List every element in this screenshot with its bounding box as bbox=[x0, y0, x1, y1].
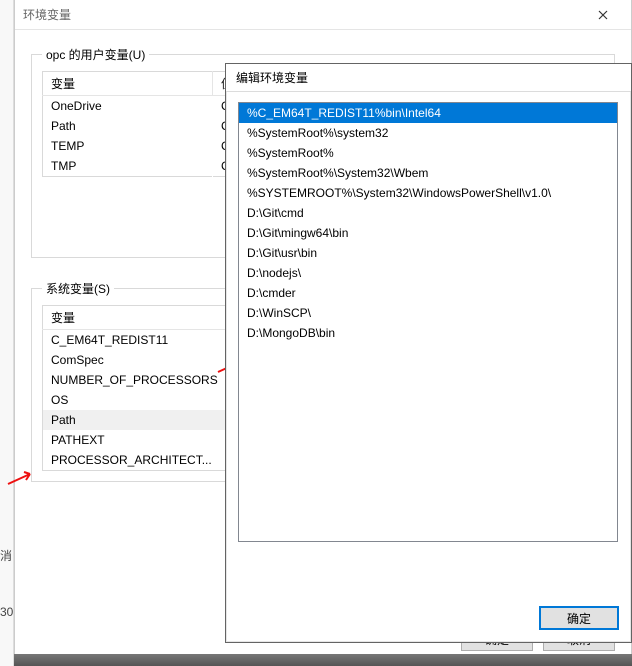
var-name-cell: PROCESSOR_ARCHITECT... bbox=[43, 450, 227, 471]
var-name-cell: TEMP bbox=[43, 136, 213, 156]
list-item[interactable]: %SystemRoot%\system32 bbox=[239, 123, 617, 143]
env-dialog-title: 环境变量 bbox=[23, 6, 71, 23]
list-item[interactable]: %SystemRoot% bbox=[239, 143, 617, 163]
user-vars-legend: opc 的用户变量(U) bbox=[42, 46, 149, 63]
env-dialog-titlebar[interactable]: 环境变量 bbox=[15, 0, 631, 30]
edit-env-dialog: 编辑环境变量 %C_EM64T_REDIST11%bin\Intel64%Sys… bbox=[225, 63, 632, 643]
list-item[interactable]: %SystemRoot%\System32\Wbem bbox=[239, 163, 617, 183]
col-header-variable[interactable]: 变量 bbox=[43, 306, 227, 330]
list-item[interactable]: D:\Git\usr\bin bbox=[239, 243, 617, 263]
list-item[interactable]: %C_EM64T_REDIST11%bin\Intel64 bbox=[239, 103, 617, 123]
var-name-cell: Path bbox=[43, 116, 213, 136]
var-name-cell: PATHEXT bbox=[43, 430, 227, 450]
path-listbox[interactable]: %C_EM64T_REDIST11%bin\Intel64%SystemRoot… bbox=[238, 102, 618, 542]
col-header-variable[interactable]: 变量 bbox=[43, 72, 213, 96]
list-item[interactable]: D:\MongoDB\bin bbox=[239, 323, 617, 343]
list-item[interactable]: D:\Git\cmd bbox=[239, 203, 617, 223]
app-left-strip: 消 30 bbox=[0, 0, 14, 666]
list-item[interactable]: D:\nodejs\ bbox=[239, 263, 617, 283]
background-strip bbox=[14, 654, 632, 666]
left-strip-text-1: 消 bbox=[0, 547, 12, 564]
list-item[interactable]: D:\cmder bbox=[239, 283, 617, 303]
list-item[interactable]: %SYSTEMROOT%\System32\WindowsPowerShell\… bbox=[239, 183, 617, 203]
list-item[interactable]: D:\WinSCP\ bbox=[239, 303, 617, 323]
edit-dialog-title: 编辑环境变量 bbox=[236, 69, 308, 86]
var-name-cell: OS bbox=[43, 390, 227, 410]
var-name-cell: Path bbox=[43, 410, 227, 430]
system-vars-legend: 系统变量(S) bbox=[42, 280, 114, 297]
var-name-cell: C_EM64T_REDIST11 bbox=[43, 330, 227, 351]
var-name-cell: NUMBER_OF_PROCESSORS bbox=[43, 370, 227, 390]
close-icon[interactable] bbox=[583, 0, 623, 30]
edit-dialog-titlebar[interactable]: 编辑环境变量 bbox=[226, 64, 631, 92]
edit-ok-button[interactable]: 确定 bbox=[539, 606, 619, 630]
list-item[interactable]: D:\Git\mingw64\bin bbox=[239, 223, 617, 243]
left-strip-text-2: 30 bbox=[0, 605, 13, 619]
var-name-cell: ComSpec bbox=[43, 350, 227, 370]
var-name-cell: TMP bbox=[43, 156, 213, 177]
var-name-cell: OneDrive bbox=[43, 96, 213, 117]
